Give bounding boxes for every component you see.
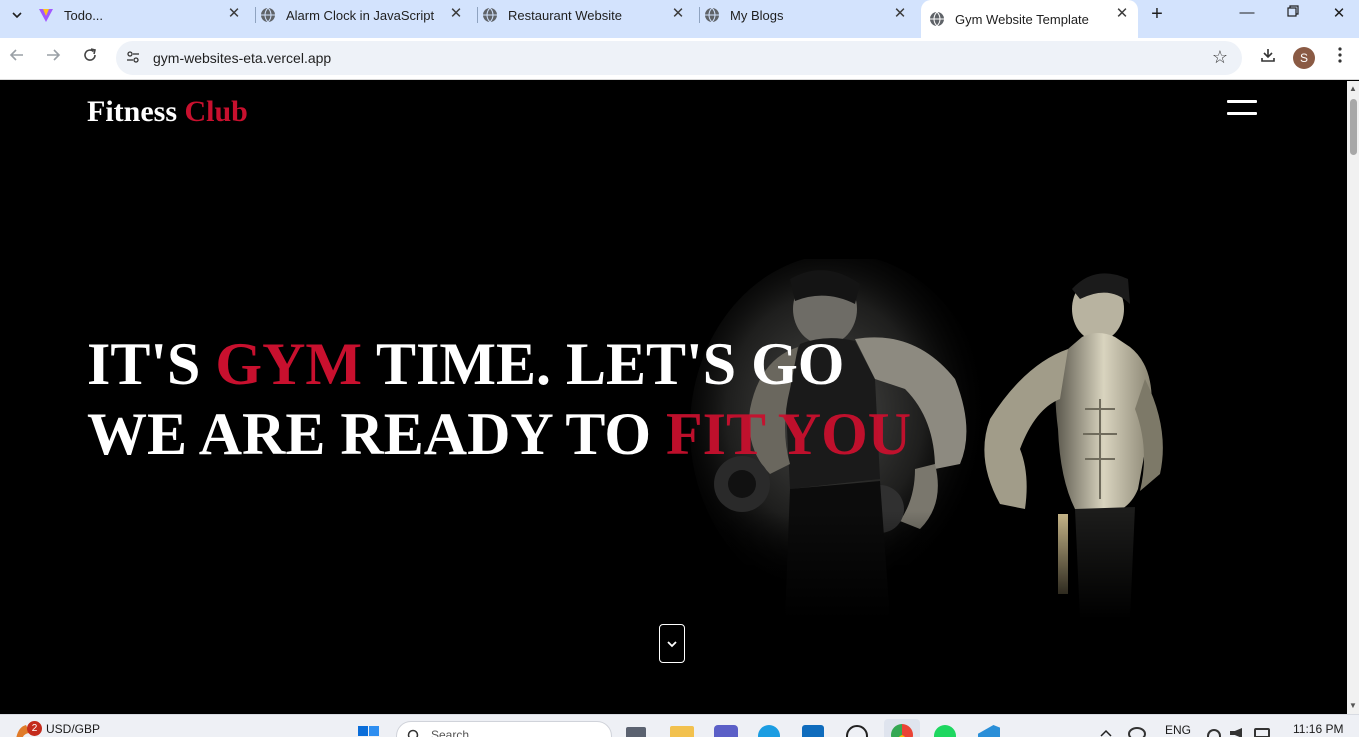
reload-icon [84,48,96,61]
downloads-button[interactable] [1257,47,1279,69]
copilot-tray-icon[interactable] [1128,727,1146,737]
tab-search-button[interactable] [6,5,28,25]
tab-my-blogs[interactable]: My Blogs ✕ [704,0,916,30]
headline-line-2: WE ARE READY TO FIT YOU [87,401,912,467]
site-info-icon[interactable] [124,49,142,67]
chevron-down-icon [667,640,677,647]
address-bar[interactable]: gym-websites-eta.vercel.app ☆ [116,41,1242,75]
vscode-icon[interactable] [978,725,1000,737]
volume-icon[interactable] [1230,728,1242,737]
tab-divider [255,7,256,23]
close-icon[interactable]: ✕ [892,6,908,22]
globe-icon [260,7,276,23]
close-window-button[interactable]: ✕ [1329,4,1349,24]
headline-line-1: IT'S GYM TIME. LET'S GO [87,331,845,397]
search-placeholder: Search [431,728,470,737]
windows-taskbar: 2 USD/GBP Search ENG 11:16 PM [0,714,1359,737]
tab-strip: Todo... ✕ Alarm Clock in JavaScript ✕ Re… [0,0,1359,38]
globe-icon [482,7,498,23]
profile-avatar[interactable]: S [1293,47,1315,69]
tab-gym-website[interactable]: Gym Website Template ✕ [921,0,1138,38]
tab-divider [699,7,700,23]
kebab-menu-icon [1338,47,1342,63]
chevron-up-icon[interactable] [1100,729,1112,737]
chatgpt-icon[interactable] [846,725,868,737]
bookmark-star-icon[interactable]: ☆ [1212,47,1228,68]
language-indicator[interactable]: ENG [1165,723,1191,737]
restore-button[interactable] [1283,4,1303,24]
browser-menu-button[interactable] [1329,47,1351,69]
edge-icon[interactable] [758,725,780,737]
tab-title: Gym Website Template [955,11,1089,27]
url-text[interactable]: gym-websites-eta.vercel.app [153,50,331,66]
tab-title: Restaurant Website [508,7,622,23]
back-button[interactable] [6,47,28,69]
forward-button[interactable] [42,47,64,69]
brand-accent: Club [184,95,248,128]
arrow-right-icon [47,49,61,61]
chrome-icon [891,724,913,737]
battery-icon[interactable] [1254,728,1270,737]
hamburger-line [1227,112,1257,115]
page-scrollbar[interactable]: ▲ ▼ [1347,81,1359,714]
search-icon [407,729,419,737]
gym-landing-page: Fitness Club IT'S GYM TIME. LET'S GO WE … [0,81,1347,714]
chrome-taskbar-button[interactable] [884,719,920,737]
ticker-text[interactable]: USD/GBP [46,722,100,736]
vite-icon [38,7,54,23]
scroll-up-arrow-icon[interactable]: ▲ [1349,85,1357,93]
task-view-icon[interactable] [626,727,646,737]
hamburger-line [1227,100,1257,103]
arrow-left-icon [9,49,23,61]
tab-divider [477,7,478,23]
close-icon[interactable]: ✕ [1114,6,1130,22]
wifi-icon[interactable] [1207,729,1221,737]
browser-toolbar: gym-websites-eta.vercel.app ☆ S [0,38,1359,80]
tab-todo[interactable]: Todo... ✕ [38,0,250,30]
hero-headline: IT'S GYM TIME. LET'S GO WE ARE READY TO … [87,329,911,469]
taskbar-search-box[interactable]: Search [396,721,612,737]
site-logo[interactable]: Fitness Club [87,95,248,129]
teams-icon[interactable] [714,725,738,737]
new-tab-button[interactable]: + [1147,4,1167,24]
hamburger-menu-button[interactable] [1227,100,1257,118]
tab-restaurant[interactable]: Restaurant Website ✕ [482,0,694,30]
spotify-icon[interactable] [934,725,956,737]
store-icon[interactable] [802,725,824,737]
close-icon[interactable]: ✕ [448,6,464,22]
reload-button[interactable] [79,47,101,69]
scroll-down-arrow-icon[interactable]: ▼ [1349,702,1357,710]
notification-badge: 2 [27,721,42,736]
tab-alarm-clock[interactable]: Alarm Clock in JavaScript ✕ [260,0,472,30]
download-icon [1261,49,1275,62]
brand-main: Fitness [87,95,177,128]
file-explorer-icon[interactable] [670,726,694,737]
scroll-down-button[interactable] [659,624,685,663]
close-icon[interactable]: ✕ [226,6,242,22]
close-icon[interactable]: ✕ [670,6,686,22]
tab-title: Todo... [64,7,104,23]
tab-title: My Blogs [730,7,784,23]
windows-start-icon[interactable] [358,726,380,737]
minimize-button[interactable]: — [1237,4,1257,24]
globe-icon [929,11,945,27]
scrollbar-thumb[interactable] [1350,99,1357,155]
globe-icon [704,7,720,23]
tab-title: Alarm Clock in JavaScript [286,7,435,23]
chevron-down-icon [12,12,22,19]
clock-time[interactable]: 11:16 PM [1293,722,1343,736]
restore-icon [1287,5,1299,17]
